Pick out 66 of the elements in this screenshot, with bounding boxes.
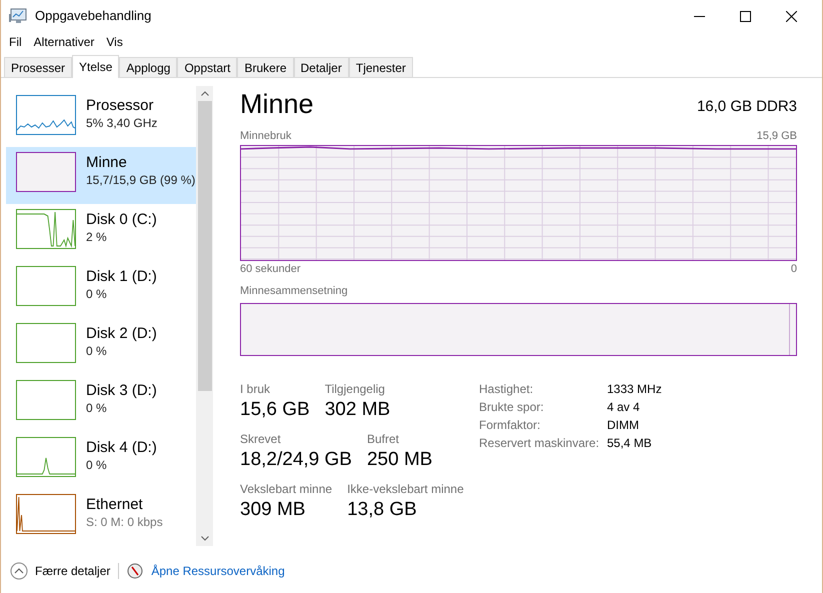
item-detail: 5% 3,40 GHz bbox=[86, 115, 158, 131]
stat-value: 250 MB bbox=[366, 448, 432, 472]
item-name: Minne bbox=[86, 154, 128, 172]
resource-monitor-link[interactable]: Åpne Ressursovervåking bbox=[151, 562, 285, 580]
stat-value: 302 MB bbox=[324, 398, 390, 422]
detail-label: Reservert maskinvare: bbox=[479, 434, 600, 452]
close-icon bbox=[786, 10, 796, 22]
detail-value: 4 av 4 bbox=[607, 398, 641, 416]
tab[interactable]: Detaljer bbox=[294, 57, 349, 77]
item-name: Disk 0 (C:) bbox=[86, 211, 157, 229]
gauge-icon bbox=[127, 562, 144, 578]
sidebar-item[interactable]: Minne 15,7/15,9 GB (99 %) bbox=[6, 147, 196, 204]
composition-label: Minnesammensetning bbox=[240, 284, 349, 299]
tab[interactable]: Prosesser bbox=[4, 57, 72, 77]
stat-value: 309 MB bbox=[240, 498, 306, 522]
stat-label: Vekslebart minne bbox=[240, 480, 332, 498]
maximize-icon bbox=[740, 10, 750, 22]
tab[interactable]: Applogg bbox=[119, 57, 178, 77]
graph-time-start: 60 sekunder bbox=[240, 262, 301, 276]
detail-value: 55,4 MB bbox=[607, 434, 653, 452]
memory-spec: 16,0 GB DDR3 bbox=[696, 96, 797, 116]
scroll-thumb[interactable] bbox=[198, 101, 212, 391]
graph-max-label: 15,9 GB bbox=[756, 129, 797, 144]
stat-label: I bruk bbox=[240, 380, 272, 398]
item-detail: 2 % bbox=[86, 229, 108, 245]
stat-label: Bufret bbox=[366, 430, 400, 448]
stat-value: 15,6 GB bbox=[240, 398, 310, 422]
detail-value: 1333 MHz bbox=[607, 380, 662, 398]
tab[interactable]: Oppstart bbox=[177, 57, 238, 77]
stat-value: 18,2/24,9 GB bbox=[240, 448, 352, 472]
graph-time-end: 0 bbox=[790, 262, 797, 276]
detail-label: Formfaktor: bbox=[479, 416, 542, 434]
graph-label: Minnebruk bbox=[240, 129, 292, 144]
stat-label: Skrevet bbox=[240, 430, 282, 448]
window-title: Oppgavebehandling bbox=[35, 7, 152, 26]
scrollbar[interactable] bbox=[196, 86, 213, 546]
tab[interactable]: Tjenester bbox=[348, 57, 413, 77]
menu-item[interactable]: Alternativer bbox=[30, 33, 98, 51]
stat-label: Ikke-vekslebart minne bbox=[347, 480, 464, 498]
item-detail: 0 % bbox=[86, 457, 108, 473]
monitor-icon bbox=[9, 8, 27, 24]
item-name: Ethernet bbox=[86, 496, 144, 514]
item-name: Disk 4 (D:) bbox=[86, 439, 157, 457]
item-detail: S: 0 M: 0 kbps bbox=[86, 514, 163, 530]
item-detail: 0 % bbox=[86, 343, 108, 359]
item-name: Disk 1 (D:) bbox=[86, 268, 157, 286]
item-detail: 15,7/15,9 GB (99 %) bbox=[86, 172, 196, 188]
item-name: Disk 2 (D:) bbox=[86, 325, 157, 343]
item-detail: 0 % bbox=[86, 400, 108, 416]
stat-label: Tilgjengelig bbox=[324, 380, 386, 398]
tab[interactable]: Brukere bbox=[237, 57, 294, 77]
menu-item[interactable]: Vis bbox=[102, 33, 127, 51]
menu-item[interactable]: Fil bbox=[5, 33, 26, 51]
item-detail: 0 % bbox=[86, 286, 108, 302]
scroll-up-icon bbox=[200, 91, 208, 96]
item-name: Prosessor bbox=[86, 97, 155, 115]
panel-title: Minne bbox=[240, 88, 314, 120]
item-name: Disk 3 (D:) bbox=[86, 382, 157, 400]
stat-value: 13,8 GB bbox=[347, 498, 418, 522]
tab[interactable]: Ytelse bbox=[72, 55, 120, 78]
detail-label: Hastighet: bbox=[479, 380, 534, 398]
fewer-details-button[interactable]: Færre detaljer bbox=[10, 562, 110, 580]
detail-label: Brukte spor: bbox=[479, 398, 545, 416]
detail-value: DIMM bbox=[607, 416, 640, 434]
chevron-up-icon bbox=[10, 562, 28, 580]
scroll-down-icon bbox=[200, 536, 208, 541]
